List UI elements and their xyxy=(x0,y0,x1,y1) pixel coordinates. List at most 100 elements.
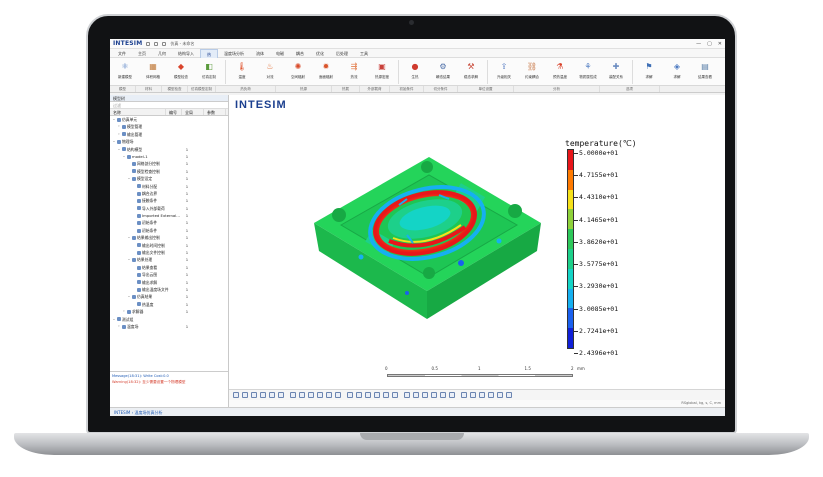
right-view-icon[interactable] xyxy=(335,392,341,398)
tree-row[interactable]: ⌄ 结果输出控制 1 xyxy=(110,234,228,241)
tree-row[interactable]: 初始条件 1 xyxy=(110,227,228,234)
tree-row[interactable]: 输出温度场文件 1 xyxy=(110,286,228,293)
expand-arrow-icon[interactable]: › xyxy=(122,308,126,315)
background-icon[interactable] xyxy=(470,392,476,398)
ribbon-button-10[interactable]: ● 生热 xyxy=(402,60,428,80)
ribbon-button-16[interactable]: ⚘ 物质属性成 xyxy=(575,60,601,80)
bottom-view-icon[interactable] xyxy=(317,392,323,398)
tree-row[interactable]: ⌄ 物理场 xyxy=(110,138,228,145)
settings-icon[interactable] xyxy=(506,392,512,398)
tree-row[interactable]: ⌄ 结构模型 1 xyxy=(110,146,228,153)
hidden-line-icon[interactable] xyxy=(383,392,389,398)
tree-row[interactable]: 材料分配 1 xyxy=(110,183,228,190)
tree-row[interactable]: ⌄ model-1 1 xyxy=(110,153,228,160)
zoom-icon[interactable] xyxy=(269,392,275,398)
menu-item-6[interactable]: 流体 xyxy=(250,49,270,58)
select-box-icon[interactable] xyxy=(242,392,248,398)
wireframe-icon[interactable] xyxy=(356,392,362,398)
expand-arrow-icon[interactable]: › xyxy=(117,123,121,130)
tree-row[interactable]: 导出云图 1 xyxy=(110,271,228,278)
tree-row[interactable]: 输出时间控制 1 xyxy=(110,242,228,249)
expand-arrow-icon[interactable]: ⌄ xyxy=(112,316,116,323)
3d-viewport[interactable]: INTESIM temperature(℃) 5.0000e+01 4.7155… xyxy=(229,95,725,407)
menu-item-8[interactable]: 耦合 xyxy=(290,49,310,58)
ribbon-button-12[interactable]: ⚒ 稳态求解 xyxy=(458,60,484,80)
pan-icon[interactable] xyxy=(251,392,257,398)
tree-row[interactable]: ⌄ 测试组 xyxy=(110,316,228,323)
probe-icon[interactable] xyxy=(422,392,428,398)
ribbon-button-1[interactable]: ▦ 体积网格 xyxy=(140,60,166,80)
expand-arrow-icon[interactable]: ⌄ xyxy=(127,256,131,263)
play-icon[interactable] xyxy=(497,392,503,398)
menu-item-9[interactable]: 优化 xyxy=(310,49,330,58)
back-view-icon[interactable] xyxy=(299,392,305,398)
tree-row[interactable]: ⌄ 仿真结果 1 xyxy=(110,293,228,300)
ribbon-button-9[interactable]: ▣ 热源密度 xyxy=(369,60,395,80)
col-global[interactable]: 全局 xyxy=(182,109,204,115)
tree-filter-input[interactable]: 过滤 xyxy=(110,102,228,109)
menu-item-5[interactable]: 温度场分析 xyxy=(218,49,250,58)
tree-row[interactable]: 导入外部载荷 1 xyxy=(110,205,228,212)
menu-item-7[interactable]: 电磁 xyxy=(270,49,290,58)
tree-row[interactable]: Imported External... 1 xyxy=(110,212,228,219)
close-button[interactable]: ✕ xyxy=(718,41,722,47)
grid-toggle-icon[interactable] xyxy=(461,392,467,398)
ribbon-button-5[interactable]: ♨ 对流 xyxy=(257,60,283,80)
tree-row[interactable]: › 输出管理 xyxy=(110,131,228,138)
tree-row[interactable]: 输出求解 1 xyxy=(110,279,228,286)
ribbon-button-3[interactable]: ◧ 仿真定制 xyxy=(196,60,222,80)
expand-arrow-icon[interactable]: ⌄ xyxy=(122,153,126,160)
menu-item-1[interactable]: 主页 xyxy=(132,49,152,58)
expand-arrow-icon[interactable]: ⌄ xyxy=(127,234,131,241)
maximize-button[interactable]: ▢ xyxy=(707,41,712,47)
tree-row[interactable]: › 求解器 1 xyxy=(110,308,228,315)
menu-item-2[interactable]: 几何 xyxy=(152,49,172,58)
menu-item-11[interactable]: 工具 xyxy=(354,49,374,58)
ribbon-button-11[interactable]: ⚙ 瞬态结果 xyxy=(430,60,456,80)
shaded-icon[interactable] xyxy=(365,392,371,398)
expand-arrow-icon[interactable]: ⌄ xyxy=(112,116,116,123)
undo-icon[interactable] xyxy=(154,41,159,46)
ribbon-button-17[interactable]: ✚ 装配关系 xyxy=(603,60,629,80)
ribbon-button-15[interactable]: ⚗ 预热温度 xyxy=(547,60,573,80)
tree-row[interactable]: 结果查看 1 xyxy=(110,264,228,271)
measure-icon[interactable] xyxy=(413,392,419,398)
ribbon-button-0[interactable]: ⚛ 新建模型 xyxy=(112,60,138,80)
ribbon-button-6[interactable]: ✺ 空间辐射 xyxy=(285,60,311,80)
menu-item-3[interactable]: 结构导入 xyxy=(172,49,200,58)
ribbon-button-8[interactable]: ⇶ 热流 xyxy=(341,60,367,80)
front-view-icon[interactable] xyxy=(290,392,296,398)
tree-row[interactable]: 耦合边界 1 xyxy=(110,190,228,197)
tree-row[interactable]: › 模型管理 xyxy=(110,123,228,130)
tree-row[interactable]: 初始条件 1 xyxy=(110,219,228,226)
section-icon[interactable] xyxy=(392,392,398,398)
top-view-icon[interactable] xyxy=(308,392,314,398)
ribbon-button-7[interactable]: ✹ 面面辐射 xyxy=(313,60,339,80)
model-tree-tab[interactable]: 模型树 xyxy=(110,95,228,102)
tree-row[interactable]: ⌄ 结果处理 1 xyxy=(110,256,228,263)
tree-row[interactable]: 接触条件 1 xyxy=(110,197,228,204)
redo-icon[interactable] xyxy=(162,41,167,46)
tree-row[interactable]: ⌄ 仿真单元 xyxy=(110,116,228,123)
tree-row[interactable]: ⌄ 模型设定 1 xyxy=(110,175,228,182)
iso-view-icon[interactable] xyxy=(347,392,353,398)
expand-arrow-icon[interactable]: ⌄ xyxy=(127,293,131,300)
col-name[interactable]: 名称 xyxy=(110,109,166,115)
edges-icon[interactable] xyxy=(374,392,380,398)
rotate-icon[interactable] xyxy=(260,392,266,398)
axes-toggle-icon[interactable] xyxy=(449,392,455,398)
tree-row[interactable]: › 温度场 1 xyxy=(110,323,228,330)
zoom-fit-icon[interactable] xyxy=(278,392,284,398)
tree-row[interactable]: 热温度 1 xyxy=(110,301,228,308)
col-number[interactable]: 编号 xyxy=(166,109,182,115)
col-params[interactable]: 参数 xyxy=(204,109,226,115)
ribbon-button-13[interactable]: ⇪ 升级相关 xyxy=(491,60,517,80)
select-icon[interactable] xyxy=(233,392,239,398)
clip-icon[interactable] xyxy=(404,392,410,398)
minimize-button[interactable]: — xyxy=(696,41,701,47)
left-view-icon[interactable] xyxy=(326,392,332,398)
expand-arrow-icon[interactable]: ⌄ xyxy=(127,175,131,182)
expand-arrow-icon[interactable]: › xyxy=(117,323,121,330)
menu-item-0[interactable]: 文件 xyxy=(112,49,132,58)
tree-row[interactable]: 输出文件控制 1 xyxy=(110,249,228,256)
